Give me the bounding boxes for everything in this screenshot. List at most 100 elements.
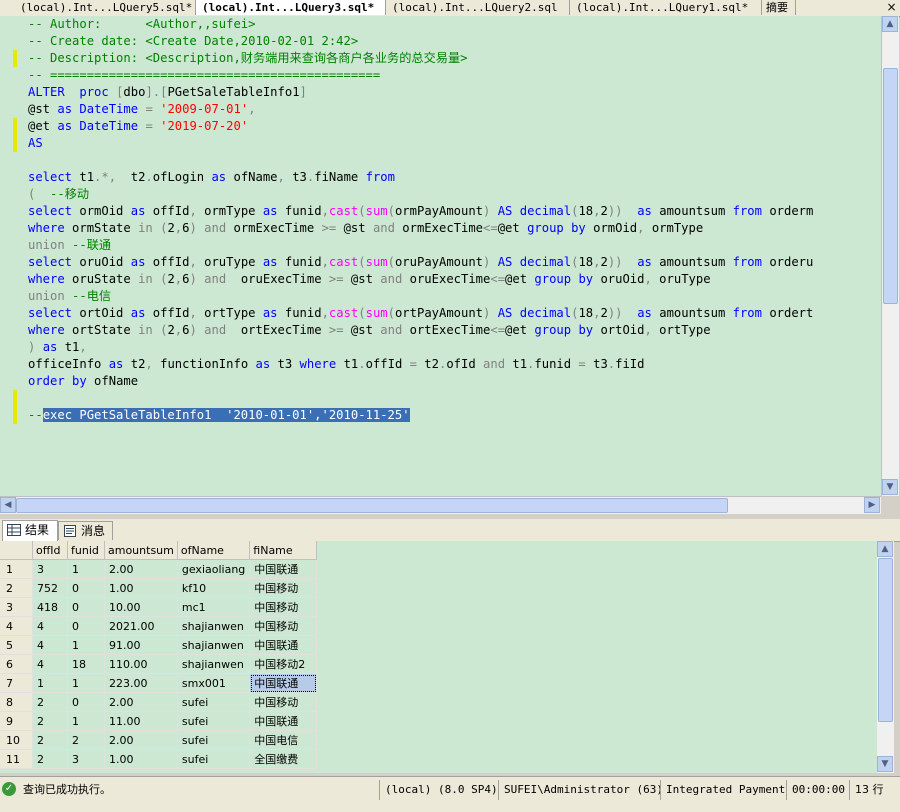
column-header-amountsum[interactable]: amountsum bbox=[104, 541, 178, 560]
grid-cell[interactable]: 1 bbox=[67, 635, 105, 655]
grid-cell[interactable]: shajianwen bbox=[177, 635, 251, 655]
column-header-offid[interactable]: offId bbox=[32, 541, 68, 560]
row-number[interactable]: 7 bbox=[0, 673, 33, 693]
editor-horizontal-scrollbar[interactable]: ◀ ▶ bbox=[0, 496, 881, 514]
scroll-left-icon[interactable]: ◀ bbox=[0, 497, 16, 513]
grid-cell[interactable]: 1.00 bbox=[104, 578, 178, 598]
grid-cell[interactable]: 3 bbox=[67, 749, 105, 769]
grid-cell[interactable]: 中国移动 bbox=[249, 616, 318, 636]
table-row[interactable]: 1 3 1 2.00 gexiaoliang 中国联通 bbox=[0, 559, 318, 579]
grid-cell[interactable]: sufei bbox=[177, 711, 251, 731]
grid-cell[interactable]: sufei bbox=[177, 692, 251, 712]
results-grid[interactable]: offId funid amountsum ofName fiName 1312… bbox=[0, 541, 877, 773]
grid-cell[interactable]: 418 bbox=[32, 597, 68, 617]
grid-cell[interactable]: smx001 bbox=[177, 673, 251, 693]
row-number[interactable]: 3 bbox=[0, 597, 33, 617]
table-row[interactable]: 7 1 1 223.00 smx001 中国联通 bbox=[0, 673, 318, 693]
grid-cell[interactable]: 中国联通 bbox=[249, 711, 318, 731]
row-number[interactable]: 10 bbox=[0, 730, 33, 750]
column-header-funid[interactable]: funid bbox=[67, 541, 105, 560]
grid-cell[interactable]: 中国移动2 bbox=[249, 654, 318, 674]
grid-cell[interactable]: 0 bbox=[67, 616, 105, 636]
grid-cell[interactable]: 中国移动 bbox=[249, 578, 318, 598]
table-row[interactable]: 6 4 18 110.00 shajianwen 中国移动2 bbox=[0, 654, 318, 674]
grid-cell[interactable]: 223.00 bbox=[104, 673, 178, 693]
grid-cell[interactable]: sufei bbox=[177, 730, 251, 750]
grid-cell[interactable]: 2.00 bbox=[104, 559, 178, 579]
grid-cell[interactable]: 2.00 bbox=[104, 730, 178, 750]
grid-cell[interactable]: 1.00 bbox=[104, 749, 178, 769]
grid-cell[interactable]: 2 bbox=[32, 711, 68, 731]
grid-vertical-scrollbar[interactable]: ▲ ▼ bbox=[877, 541, 894, 773]
grid-cell[interactable]: 3 bbox=[32, 559, 68, 579]
scroll-thumb[interactable] bbox=[883, 68, 898, 304]
row-number[interactable]: 8 bbox=[0, 692, 33, 712]
row-number[interactable]: 1 bbox=[0, 559, 33, 579]
column-header-ofname[interactable]: ofName bbox=[177, 541, 251, 560]
sql-editor[interactable]: -- Author: <Author,,sufei> -- Create date… bbox=[0, 16, 881, 496]
tab-query5[interactable]: (local).Int...LQuery5.sql* bbox=[14, 0, 196, 15]
table-row[interactable]: 10 2 2 2.00 sufei 中国电信 bbox=[0, 730, 318, 750]
close-icon[interactable]: × bbox=[885, 1, 898, 14]
grid-cell[interactable]: 中国电信 bbox=[249, 730, 318, 750]
row-number[interactable]: 2 bbox=[0, 578, 33, 598]
grid-cell[interactable]: 0 bbox=[67, 597, 105, 617]
grid-cell[interactable]: 2 bbox=[67, 730, 105, 750]
grid-cell[interactable]: 10.00 bbox=[104, 597, 178, 617]
grid-cell[interactable]: 2021.00 bbox=[104, 616, 178, 636]
table-row[interactable]: 3 418 0 10.00 mc1 中国移动 bbox=[0, 597, 318, 617]
grid-cell[interactable]: 中国移动 bbox=[249, 597, 318, 617]
grid-cell[interactable]: shajianwen bbox=[177, 654, 251, 674]
grid-cell[interactable]: 11.00 bbox=[104, 711, 178, 731]
grid-cell[interactable]: 中国联通 bbox=[249, 673, 318, 693]
grid-cell[interactable]: 中国联通 bbox=[249, 559, 318, 579]
grid-cell[interactable]: 2.00 bbox=[104, 692, 178, 712]
grid-cell[interactable]: 2 bbox=[32, 730, 68, 750]
grid-cell[interactable]: 752 bbox=[32, 578, 68, 598]
grid-cell[interactable]: 1 bbox=[67, 673, 105, 693]
grid-cell[interactable]: 中国联通 bbox=[249, 635, 318, 655]
grid-cell[interactable]: sufei bbox=[177, 749, 251, 769]
row-number[interactable]: 5 bbox=[0, 635, 33, 655]
row-number[interactable]: 11 bbox=[0, 749, 33, 769]
grid-cell[interactable]: 4 bbox=[32, 635, 68, 655]
editor-vertical-scrollbar[interactable]: ▲ ▼ bbox=[881, 16, 899, 496]
grid-cell[interactable]: 2 bbox=[32, 692, 68, 712]
grid-cell[interactable]: 110.00 bbox=[104, 654, 178, 674]
table-row[interactable]: 4 4 0 2021.00 shajianwen 中国移动 bbox=[0, 616, 318, 636]
scroll-thumb[interactable] bbox=[878, 558, 893, 722]
tab-query1[interactable]: (local).Int...LQuery1.sql* bbox=[570, 0, 762, 15]
table-row[interactable]: 9 2 1 11.00 sufei 中国联通 bbox=[0, 711, 318, 731]
tab-query3[interactable]: (local).Int...LQuery3.sql* bbox=[196, 0, 386, 15]
scroll-right-icon[interactable]: ▶ bbox=[864, 497, 880, 513]
grid-cell[interactable]: 0 bbox=[67, 692, 105, 712]
tab-query2[interactable]: (local).Int...LQuery2.sql bbox=[386, 0, 570, 15]
grid-cell[interactable]: 18 bbox=[67, 654, 105, 674]
scroll-up-icon[interactable]: ▲ bbox=[877, 541, 893, 557]
row-number[interactable]: 4 bbox=[0, 616, 33, 636]
grid-cell[interactable]: gexiaoliang bbox=[177, 559, 251, 579]
grid-cell[interactable]: kf10 bbox=[177, 578, 251, 598]
grid-cell[interactable]: 4 bbox=[32, 616, 68, 636]
tab-messages[interactable]: 消息 bbox=[58, 521, 113, 540]
grid-cell[interactable]: 4 bbox=[32, 654, 68, 674]
grid-cell[interactable]: shajianwen bbox=[177, 616, 251, 636]
column-header-rownum[interactable] bbox=[0, 541, 33, 560]
table-row[interactable]: 11 2 3 1.00 sufei 全国缴费 bbox=[0, 749, 318, 769]
table-row[interactable]: 5 4 1 91.00 shajianwen 中国联通 bbox=[0, 635, 318, 655]
grid-cell[interactable]: 中国移动 bbox=[249, 692, 318, 712]
scroll-up-icon[interactable]: ▲ bbox=[882, 16, 898, 32]
scroll-thumb[interactable] bbox=[16, 498, 728, 513]
tab-results[interactable]: 结果 bbox=[2, 520, 58, 541]
grid-cell[interactable]: 1 bbox=[67, 711, 105, 731]
scroll-down-icon[interactable]: ▼ bbox=[877, 756, 893, 772]
row-number[interactable]: 6 bbox=[0, 654, 33, 674]
column-header-finame[interactable]: fiName bbox=[249, 541, 318, 560]
grid-cell[interactable]: mc1 bbox=[177, 597, 251, 617]
table-row[interactable]: 2 752 0 1.00 kf10 中国移动 bbox=[0, 578, 318, 598]
table-row[interactable]: 8 2 0 2.00 sufei 中国移动 bbox=[0, 692, 318, 712]
tab-summary[interactable]: 摘要 bbox=[762, 0, 796, 15]
scroll-down-icon[interactable]: ▼ bbox=[882, 479, 898, 495]
grid-cell[interactable]: 0 bbox=[67, 578, 105, 598]
grid-cell[interactable]: 91.00 bbox=[104, 635, 178, 655]
